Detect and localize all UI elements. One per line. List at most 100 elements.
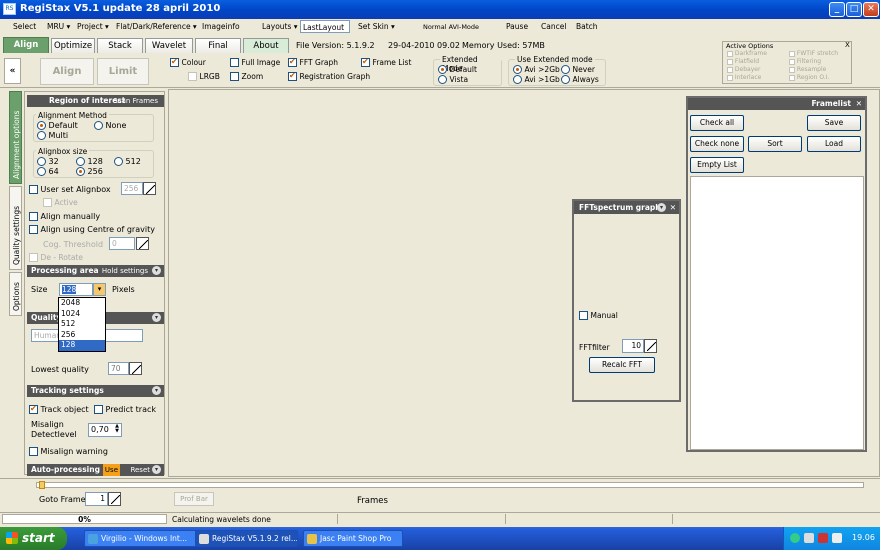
registration-graph-checkbox[interactable]: Registration Graph <box>288 71 370 81</box>
close-button[interactable]: ✕ <box>863 2 879 17</box>
full-image-checkbox[interactable]: Full Image <box>230 58 280 67</box>
clock[interactable]: 19.06 <box>852 533 875 542</box>
tab-wavelet[interactable]: Wavelet <box>145 38 193 53</box>
chevron-down-icon[interactable]: ▾ <box>152 465 161 474</box>
tray-app-icon[interactable] <box>832 533 842 543</box>
limit-button[interactable]: Limit <box>97 58 149 85</box>
collapse-icon[interactable]: « <box>4 58 21 84</box>
taskbar-item-paintshop[interactable]: Jasc Paint Shop Pro <box>303 530 403 547</box>
size-option-128[interactable]: 128 <box>59 340 105 351</box>
alignbox-64-radio[interactable]: 64 <box>37 167 59 176</box>
alignbox-32-radio[interactable]: 32 <box>37 157 59 166</box>
check-all-button[interactable]: Check all <box>690 115 744 131</box>
menu-project[interactable]: Project ▾ <box>77 22 109 31</box>
active-checkbox[interactable]: Active <box>43 198 78 207</box>
extended-default-radio[interactable]: Default <box>438 65 477 74</box>
save-button[interactable]: Save <box>807 115 861 131</box>
avi-1gb-radio[interactable]: Avi >1Gb <box>513 75 560 84</box>
tab-about[interactable]: About <box>243 38 289 53</box>
lrgb-checkbox[interactable]: LRGB <box>188 72 220 81</box>
size-dropdown-arrow-icon[interactable]: ▾ <box>93 283 106 296</box>
scan-frames-link[interactable]: Scan Frames <box>113 95 158 107</box>
tab-final[interactable]: Final <box>195 38 241 53</box>
tab-stack[interactable]: Stack <box>97 38 143 53</box>
goto-frame-input[interactable]: 1 <box>85 492 108 506</box>
sort-button[interactable]: Sort <box>748 136 802 152</box>
goto-frame-stepper-icon[interactable] <box>108 492 121 506</box>
frame-slider-thumb[interactable] <box>39 481 45 489</box>
check-none-button[interactable]: Check none <box>690 136 744 152</box>
fft-manual-checkbox[interactable]: Manual <box>579 311 618 320</box>
alignbox-128-radio[interactable]: 128 <box>76 157 103 166</box>
always-radio[interactable]: Always <box>561 75 599 84</box>
load-button[interactable]: Load <box>807 136 861 152</box>
tray-network-icon[interactable] <box>790 533 800 543</box>
menu-batch[interactable]: Batch <box>576 22 598 31</box>
chevron-down-icon[interactable]: ▾ <box>152 313 161 322</box>
fftfilter-stepper-icon[interactable] <box>644 339 657 353</box>
frame-slider[interactable] <box>36 481 864 489</box>
user-set-alignbox-checkbox[interactable]: User set Alignbox <box>29 185 111 194</box>
lowest-quality-stepper-icon[interactable] <box>129 362 142 375</box>
maximize-button[interactable]: □ <box>846 2 862 17</box>
menu-layouts[interactable]: Layouts ▾ <box>262 22 298 31</box>
am-multi-radio[interactable]: Multi <box>37 131 68 140</box>
vtab-quality-settings[interactable]: Quality settings <box>9 186 22 270</box>
start-button[interactable]: start <box>0 527 67 550</box>
recalc-fft-button[interactable]: Recalc FFT <box>589 357 655 373</box>
track-object-checkbox[interactable]: Track object <box>29 404 89 414</box>
menu-mru[interactable]: MRU ▾ <box>47 22 70 31</box>
framelist-header[interactable]: Framelist ✕ <box>688 98 865 110</box>
vtab-alignment-options[interactable]: Alignment options <box>9 91 22 184</box>
frame-list[interactable] <box>690 176 864 450</box>
menu-cancel[interactable]: Cancel <box>541 22 566 31</box>
misalign-detect-input[interactable]: 0,70 ▲ ▼ <box>88 423 122 437</box>
colour-checkbox[interactable]: Colour <box>170 57 206 67</box>
tray-speaker-icon[interactable] <box>804 533 814 543</box>
tab-optimize[interactable]: Optimize <box>51 38 95 53</box>
fft-close-icon[interactable]: ✕ <box>670 201 676 214</box>
frame-list-checkbox[interactable]: Frame List <box>361 57 411 67</box>
user-alignbox-stepper-icon[interactable] <box>143 182 156 195</box>
minimize-button[interactable]: _ <box>829 2 845 17</box>
empty-list-button[interactable]: Empty List <box>690 157 744 173</box>
cog-threshold-value[interactable]: 0 <box>109 237 135 250</box>
extended-vista-radio[interactable]: Vista <box>438 75 468 84</box>
cog-threshold-stepper-icon[interactable] <box>136 237 149 250</box>
hold-settings-link[interactable]: Hold settings <box>102 265 148 277</box>
chevron-down-icon[interactable]: ▾ <box>657 203 666 212</box>
layout-select[interactable]: LastLayout <box>300 20 350 33</box>
menu-avi-mode[interactable]: Normal AVI-Mode <box>423 23 479 31</box>
am-default-radio[interactable]: Default <box>37 121 78 130</box>
menu-select[interactable]: Select <box>13 22 36 31</box>
avi-2gb-radio[interactable]: Avi >2Gb <box>513 65 560 74</box>
alignbox-512-radio[interactable]: 512 <box>114 157 141 166</box>
vtab-options[interactable]: Options <box>9 272 22 316</box>
taskbar-item-registax[interactable]: RegiStax V5.1.9.2 rel... <box>195 530 298 547</box>
size-option-1024[interactable]: 1024 <box>59 309 105 320</box>
predict-track-checkbox[interactable]: Predict track <box>94 405 156 414</box>
align-manually-checkbox[interactable]: Align manually <box>29 212 100 221</box>
alignbox-256-radio[interactable]: 256 <box>76 167 103 176</box>
auto-processing-reset-button[interactable]: Reset <box>130 464 150 476</box>
size-option-512[interactable]: 512 <box>59 319 105 330</box>
size-combo[interactable]: 128 <box>59 283 93 296</box>
menu-pause[interactable]: Pause <box>506 22 528 31</box>
active-options-close-icon[interactable]: X <box>845 41 850 49</box>
chevron-down-icon[interactable]: ▾ <box>152 266 161 275</box>
am-none-radio[interactable]: None <box>94 121 126 130</box>
fftfilter-value[interactable]: 10 <box>622 339 644 353</box>
size-dropdown-list[interactable]: 2048 1024 512 256 128 <box>58 297 106 352</box>
lowest-quality-value[interactable]: 70 <box>108 362 129 375</box>
de-rotate-checkbox[interactable]: De - Rotate <box>29 253 83 262</box>
menu-set-skin[interactable]: Set Skin ▾ <box>358 22 395 31</box>
fft-panel-header[interactable]: FFTspectrum graph ▾ ✕ <box>574 201 679 214</box>
taskbar-item-browser[interactable]: Virgilio - Windows Int... <box>84 530 201 547</box>
misalign-warning-checkbox[interactable]: Misalign warning <box>29 447 108 456</box>
never-radio[interactable]: Never <box>561 65 595 74</box>
size-option-2048[interactable]: 2048 <box>59 298 105 309</box>
size-option-256[interactable]: 256 <box>59 330 105 341</box>
chevron-down-icon[interactable]: ▾ <box>152 386 161 395</box>
user-alignbox-value[interactable]: 256 <box>121 182 143 195</box>
framelist-close-icon[interactable]: ✕ <box>856 98 862 110</box>
